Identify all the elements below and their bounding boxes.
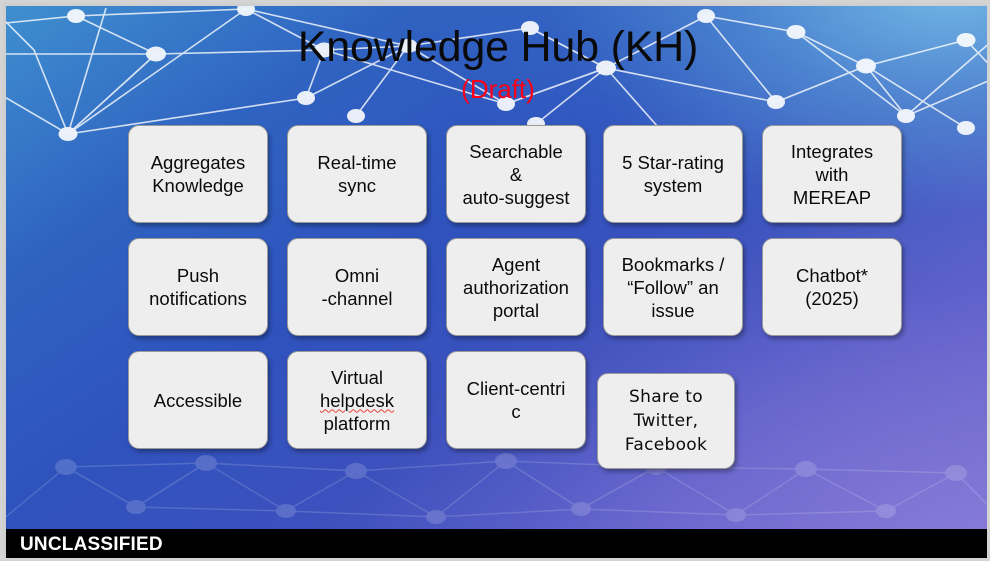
feature-box-virtual-helpdesk-platform[interactable]: Virtual helpdesk platform (287, 351, 427, 449)
feature-box-real-time-sync[interactable]: Real-time sync (287, 125, 427, 223)
title-block: Knowledge Hub (KH) (Draft) (6, 22, 987, 105)
feature-box-push-notifications[interactable]: Push notifications (128, 238, 268, 336)
feature-label: Share to Twitter, Facebook (624, 387, 708, 455)
feature-label: Client-centri c (466, 378, 566, 422)
feature-box-searchable-auto-suggest[interactable]: Searchable & auto-suggest (446, 125, 586, 223)
feature-label: Push notifications (149, 265, 247, 309)
draft-subtitle: (Draft) (461, 74, 535, 104)
feature-label-line-3: platform (323, 412, 391, 434)
feature-label-line-2-misspelled: helpdesk (319, 389, 395, 411)
feature-label: Integrates with MEREAP (790, 140, 874, 208)
feature-label: 5 Star-rating system (622, 152, 724, 196)
feature-label: Virtual helpdesk platform (320, 366, 394, 435)
feature-label: Real-time sync (317, 152, 397, 196)
slide-canvas: Knowledge Hub (KH) (Draft) Aggregates Kn… (6, 6, 987, 558)
feature-label: Bookmarks / “Follow” an issue (621, 253, 725, 321)
feature-box-chatbot-2025[interactable]: Chatbot* (2025) (762, 238, 902, 336)
feature-label: Searchable & auto-suggest (462, 140, 570, 208)
feature-box-share-to-twitter-facebook[interactable]: Share to Twitter, Facebook (597, 373, 735, 469)
feature-box-omni-channel[interactable]: Omni -channel (287, 238, 427, 336)
feature-label: Agent authorization portal (463, 253, 569, 321)
classification-label: UNCLASSIFIED (20, 534, 163, 555)
feature-label: Accessible (153, 389, 243, 411)
classification-bar: UNCLASSIFIED (6, 529, 987, 558)
feature-box-aggregates-knowledge[interactable]: Aggregates Knowledge (128, 125, 268, 223)
page-title: Knowledge Hub (KH) (297, 23, 699, 71)
feature-box-5-star-rating-system[interactable]: 5 Star-rating system (603, 125, 743, 223)
feature-box-bookmarks-follow-an-issue[interactable]: Bookmarks / “Follow” an issue (603, 238, 743, 336)
feature-box-integrates-with-mereap[interactable]: Integrates with MEREAP (762, 125, 902, 223)
feature-label: Omni -channel (321, 265, 393, 309)
feature-box-client-centric[interactable]: Client-centri c (446, 351, 586, 449)
feature-label-line-1: Virtual (330, 366, 384, 388)
feature-label: Chatbot* (2025) (796, 265, 868, 309)
presentation-slide: Knowledge Hub (KH) (Draft) Aggregates Kn… (0, 0, 990, 561)
feature-box-agent-authorization-portal[interactable]: Agent authorization portal (446, 238, 586, 336)
feature-box-accessible[interactable]: Accessible (128, 351, 268, 449)
feature-label: Aggregates Knowledge (150, 152, 246, 196)
